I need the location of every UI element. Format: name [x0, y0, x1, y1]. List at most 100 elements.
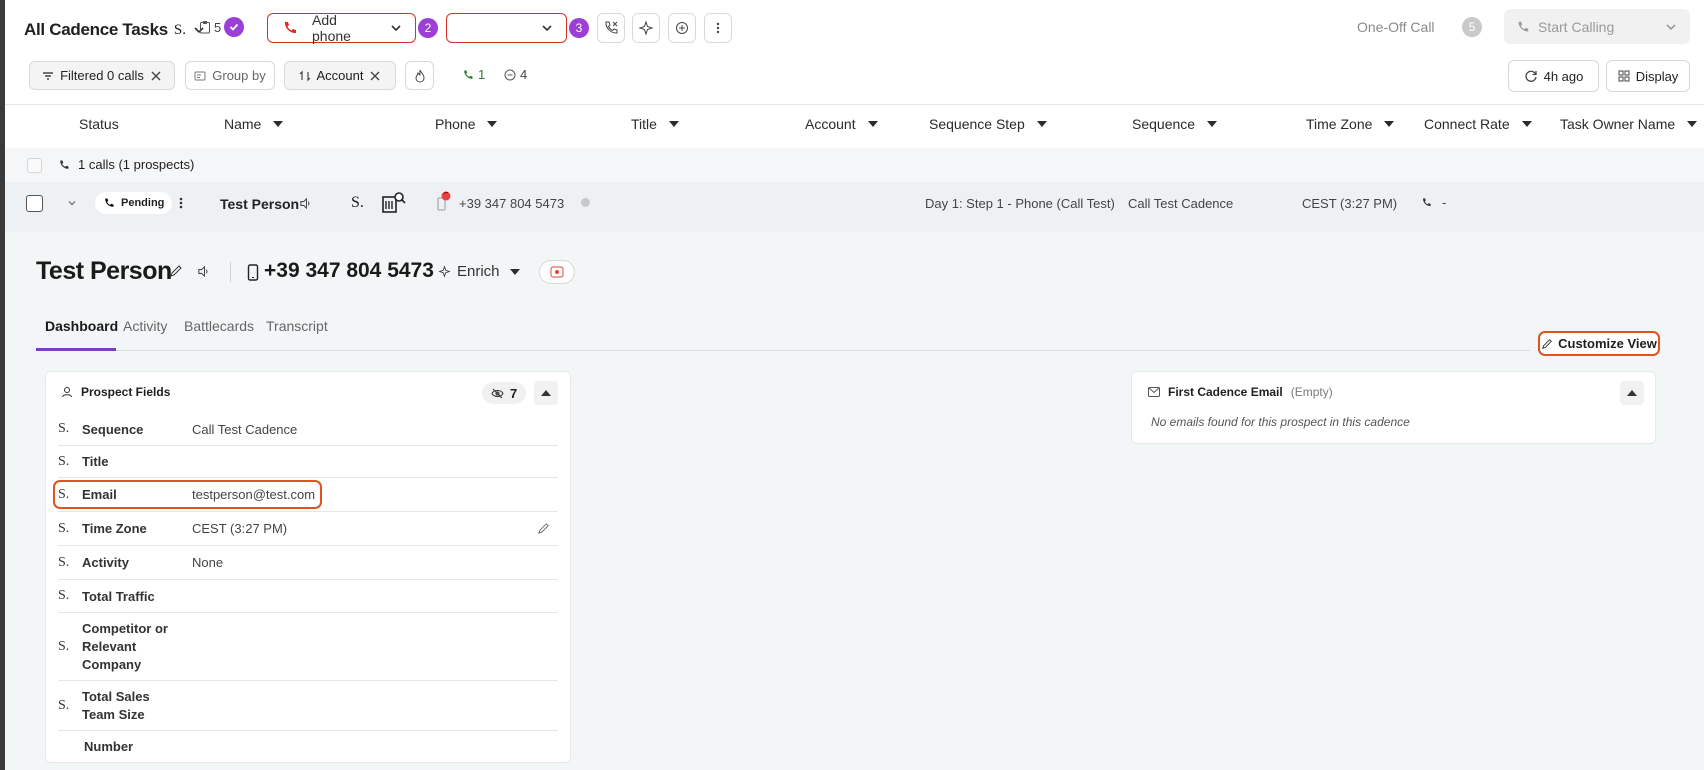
column-label: Account: [805, 116, 856, 132]
ai-sparkle-button[interactable]: [632, 13, 660, 43]
call-transfer-button[interactable]: [597, 13, 625, 43]
view-selector[interactable]: All Cadence Tasks S.: [24, 14, 206, 46]
field-row-sequence[interactable]: S. Sequence Call Test Cadence: [58, 413, 558, 446]
clipboard-icon: [199, 20, 211, 34]
field-row-time-zone[interactable]: S. Time Zone CEST (3:27 PM): [58, 512, 558, 546]
expand-chevron-icon[interactable]: [66, 197, 78, 209]
start-calling-button[interactable]: Start Calling: [1504, 9, 1690, 44]
caret-down-icon: [1207, 121, 1218, 127]
refresh-plus-button[interactable]: [668, 13, 696, 43]
connected-count[interactable]: 1: [462, 67, 485, 82]
close-icon[interactable]: [369, 70, 381, 82]
column-status[interactable]: Status: [79, 116, 119, 132]
row-checkbox[interactable]: [26, 195, 43, 212]
caret-up-icon: [1627, 390, 1637, 396]
collapse-button[interactable]: [534, 381, 558, 405]
task-count[interactable]: 5: [199, 17, 245, 37]
column-name[interactable]: Name: [224, 116, 284, 132]
collapse-button[interactable]: [1620, 381, 1644, 405]
tab-battlecards[interactable]: Battlecards: [184, 318, 254, 334]
salesforce-s-icon: S.: [58, 421, 70, 436]
field-row-activity[interactable]: S. Activity None: [58, 546, 558, 580]
one-off-call-button[interactable]: One-Off Call: [1357, 19, 1435, 35]
speaker-icon[interactable]: [299, 197, 312, 210]
secondary-dropdown[interactable]: [446, 13, 567, 43]
hidden-fields-toggle[interactable]: 7: [482, 382, 527, 404]
chevron-down-icon: [389, 21, 403, 35]
chevron-down-icon: [540, 21, 554, 35]
group-label-text: 1 calls (1 prospects): [78, 157, 195, 172]
column-phone[interactable]: Phone: [435, 116, 498, 132]
user-icon: [61, 386, 73, 398]
field-row-total-traffic[interactable]: S. Total Traffic: [58, 580, 558, 613]
caret-down-icon: [867, 121, 878, 127]
field-row-competitor[interactable]: S. Competitor or Relevant Company: [58, 613, 558, 681]
field-value: CEST (3:27 PM): [192, 521, 288, 536]
hidden-count: 7: [510, 385, 518, 401]
more-options-button[interactable]: [704, 13, 732, 43]
connected-count-value: 1: [478, 67, 486, 82]
salesforce-s-icon: S.: [58, 697, 70, 713]
field-row-title[interactable]: S. Title: [58, 446, 558, 478]
field-row-team-size[interactable]: S. Total Sales Team Size: [58, 681, 558, 731]
prospect-phone[interactable]: +39 347 804 5473: [264, 259, 434, 283]
caret-down-icon: [1036, 121, 1047, 127]
salesforce-s-icon: S.: [58, 588, 70, 603]
salesforce-s-icon: S.: [58, 554, 70, 570]
salesforce-s-icon: S.: [58, 453, 70, 469]
group-header-row: [5, 148, 1704, 182]
group-icon: [194, 70, 206, 82]
company-lookup-icon[interactable]: [382, 191, 406, 213]
field-value: Call Test Cadence: [192, 421, 298, 437]
skipped-count[interactable]: 4: [504, 67, 527, 82]
column-sequence-step[interactable]: Sequence Step: [929, 116, 1047, 132]
add-phone-dropdown[interactable]: Add phone: [267, 12, 416, 44]
salesforce-s-icon[interactable]: S.: [351, 194, 364, 212]
view-title: All Cadence Tasks: [24, 20, 168, 39]
tab-activity[interactable]: Activity: [123, 318, 167, 334]
column-account[interactable]: Account: [805, 116, 878, 132]
edit-pencil-icon[interactable]: [537, 522, 550, 535]
sort-account-chip[interactable]: Account: [284, 61, 396, 90]
enrich-dropdown[interactable]: Enrich: [438, 263, 520, 280]
minus-circle-icon: [504, 69, 516, 81]
sort-icon: [299, 70, 311, 82]
prospect-fields-title: Prospect Fields: [81, 385, 171, 399]
filtered-calls-chip[interactable]: Filtered 0 calls: [29, 61, 175, 90]
column-label: Connect Rate: [1424, 116, 1510, 132]
close-icon[interactable]: [150, 70, 162, 82]
status-badge[interactable]: Pending: [95, 192, 173, 214]
tab-dashboard[interactable]: Dashboard: [45, 318, 118, 334]
column-time-zone[interactable]: Time Zone: [1306, 116, 1395, 132]
group-by-button[interactable]: Group by: [185, 61, 275, 90]
group-checkbox[interactable]: [27, 158, 42, 173]
field-label: Activity: [82, 555, 129, 570]
more-vertical-icon[interactable]: [179, 196, 183, 210]
column-label: Sequence Step: [929, 116, 1025, 132]
column-connect-rate[interactable]: Connect Rate: [1424, 116, 1532, 132]
step-badge-2: 2: [418, 18, 438, 38]
record-button[interactable]: [539, 260, 575, 284]
column-sequence[interactable]: Sequence: [1132, 116, 1218, 132]
speaker-icon[interactable]: [197, 265, 210, 278]
tab-transcript[interactable]: Transcript: [266, 318, 328, 334]
field-label: Sequence: [82, 421, 144, 437]
more-vertical-icon: [716, 21, 720, 35]
active-tab-indicator: [36, 348, 116, 351]
column-title[interactable]: Title: [631, 116, 679, 132]
display-button[interactable]: Display: [1606, 60, 1690, 92]
row-name[interactable]: Test Person: [220, 196, 299, 212]
record-icon: [550, 266, 564, 278]
refresh-button[interactable]: 4h ago: [1508, 60, 1599, 92]
email-empty-message: No emails found for this prospect in thi…: [1151, 415, 1410, 429]
connect-rate-value: -: [1442, 195, 1447, 210]
column-task-owner[interactable]: Task Owner Name: [1560, 116, 1698, 132]
row-sequence[interactable]: Call Test Cadence: [1128, 196, 1233, 211]
row-phone[interactable]: +39 347 804 5473: [459, 196, 564, 211]
hot-leads-button[interactable]: [405, 61, 434, 90]
customize-view-button[interactable]: Customize View: [1538, 331, 1660, 356]
eye-off-icon: [491, 388, 504, 399]
bottom-fade: [5, 764, 1704, 770]
mail-icon: [1148, 387, 1160, 397]
edit-pencil-icon[interactable]: [169, 264, 183, 278]
